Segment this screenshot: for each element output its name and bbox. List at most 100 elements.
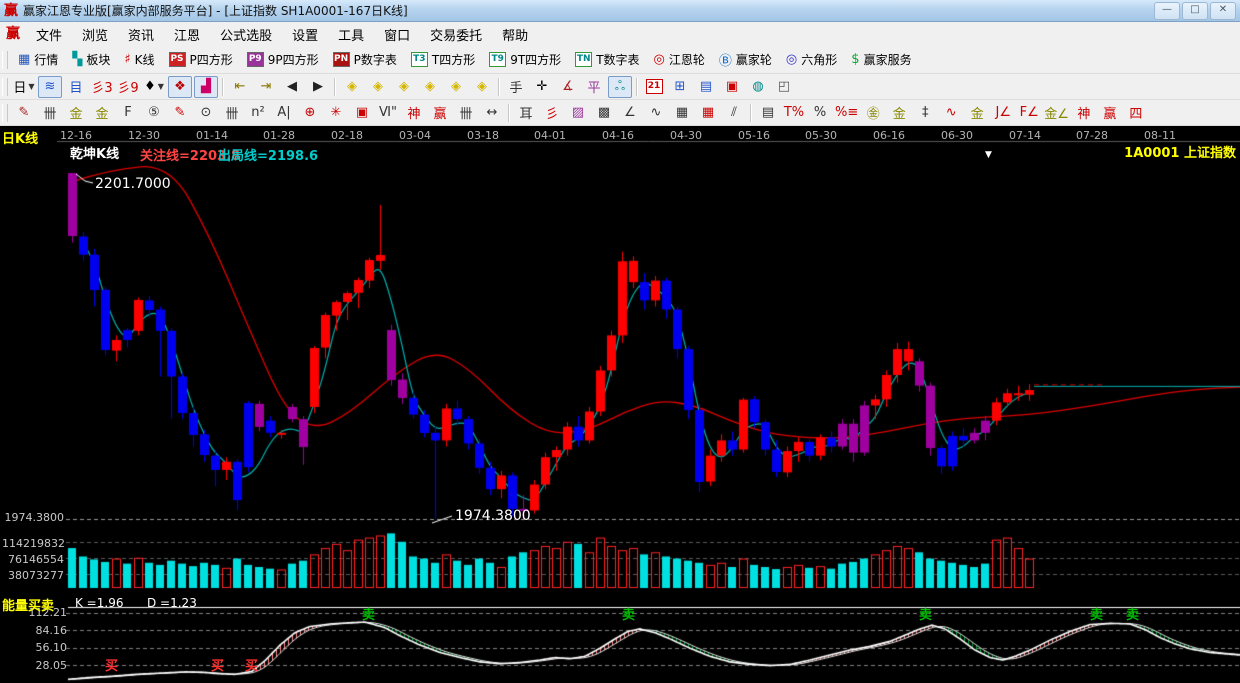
menu-item-9[interactable]: 帮助 — [492, 27, 538, 46]
tool-compress-all[interactable]: ◈ — [470, 76, 494, 98]
tool-crosshair[interactable]: ✛ — [530, 76, 554, 98]
tool-gold-grid-1[interactable]: 金 — [64, 102, 88, 124]
tool-angle-fan[interactable]: ∠ — [618, 102, 642, 124]
tool-gold-box[interactable]: 金 — [965, 102, 989, 124]
tool-angle-line[interactable]: A| — [272, 102, 296, 124]
toolbar-button-p-square[interactable]: PSP四方形 — [162, 48, 240, 71]
tool-info-doc[interactable]: 目 — [64, 76, 88, 98]
menu-item-4[interactable]: 公式选股 — [210, 27, 282, 46]
tool-parallel-lines[interactable]: ⫽ — [722, 102, 746, 124]
tool-f-angle[interactable]: F∠ — [1017, 102, 1041, 124]
menu-item-1[interactable]: 浏览 — [72, 27, 118, 46]
tool-shen-tool[interactable]: 神 — [402, 102, 426, 124]
tool-next-bar[interactable]: ▶ — [306, 76, 330, 98]
toolbar-grip[interactable] — [2, 51, 8, 69]
tool-ying-tool[interactable]: 赢 — [428, 102, 452, 124]
tool-wave-view[interactable]: ≋ — [38, 76, 62, 98]
tool-candle-style[interactable]: ♦▼ — [142, 76, 166, 98]
tool-h-range[interactable]: ↔ — [480, 102, 504, 124]
tool-four-angle[interactable]: 四 — [1124, 102, 1148, 124]
toolbar-button-9p-square[interactable]: P99P四方形 — [240, 48, 326, 71]
tool-wave-tool[interactable]: ∿ — [644, 102, 668, 124]
tool-price-grid[interactable]: 卌 — [220, 102, 244, 124]
tool-matrix-1[interactable]: ▦ — [670, 102, 694, 124]
menu-item-0[interactable]: 文件 — [26, 27, 72, 46]
tool-wave-3[interactable]: 彡3 — [90, 76, 114, 98]
toolbar-button-9t-square[interactable]: T99T四方形 — [482, 48, 568, 71]
tool-net-data[interactable]: ◍ — [746, 76, 770, 98]
tool-stat-table[interactable]: ▤ — [756, 102, 780, 124]
tool-expand-h[interactable]: ◈ — [392, 76, 416, 98]
menu-item-3[interactable]: 江恩 — [164, 27, 210, 46]
toolbar-grip[interactable] — [2, 78, 8, 96]
tool-pan-hand[interactable]: 手 — [504, 76, 528, 98]
tool-k-mark[interactable]: Ⅵ" — [376, 102, 400, 124]
tool-percent-line[interactable]: %≡ — [834, 102, 859, 124]
tool-calculator[interactable]: ⊞ — [668, 76, 692, 98]
tool-volume-histogram[interactable]: ▟ — [194, 76, 218, 98]
toolbar-button-t-square[interactable]: T3T四方形 — [404, 48, 482, 71]
minimize-button[interactable]: — — [1154, 2, 1180, 20]
tool-brush[interactable]: ‡ — [913, 102, 937, 124]
tool-circle-cross[interactable]: ⊕ — [298, 102, 322, 124]
tool-gann-tool[interactable]: 平 — [582, 76, 606, 98]
tool-box-hatch[interactable]: ▨ — [566, 102, 590, 124]
tool-shen-angle[interactable]: 神 — [1072, 102, 1096, 124]
tool-web-square[interactable]: ▣ — [350, 102, 374, 124]
tool-shift-left[interactable]: ◈ — [340, 76, 364, 98]
tool-compress[interactable]: ◈ — [444, 76, 468, 98]
tool-spiral[interactable]: ⑤ — [142, 102, 166, 124]
tool-gold-angle[interactable]: 金∠ — [1043, 102, 1070, 124]
tool-prev-bar[interactable]: ◀ — [280, 76, 304, 98]
toolbar-button-kline[interactable]: ♯K线 — [117, 48, 161, 71]
toolbar-button-quotes[interactable]: ▦行情 — [11, 48, 65, 71]
tool-skip-first[interactable]: ⇤ — [228, 76, 252, 98]
tool-j-angle[interactable]: J∠ — [991, 102, 1015, 124]
menu-item-2[interactable]: 资讯 — [118, 27, 164, 46]
toolbar-button-p-number-table[interactable]: PNP数字表 — [326, 48, 404, 71]
tool-percent[interactable]: % — [808, 102, 832, 124]
tool-matrix-2[interactable]: ▦ — [696, 102, 720, 124]
menu-item-5[interactable]: 设置 — [282, 27, 328, 46]
tool-gold-grid-2[interactable]: 金 — [90, 102, 114, 124]
tool-wave-9[interactable]: 彡9 — [116, 76, 140, 98]
toolbar-button-winner-service[interactable]: $赢家服务 — [844, 48, 918, 71]
tool-computer[interactable]: ◰ — [772, 76, 796, 98]
toolbar-button-t-number-table[interactable]: TNT数字表 — [568, 48, 646, 71]
tool-save[interactable]: ▣ — [720, 76, 744, 98]
toolbar-grip[interactable] — [2, 104, 8, 122]
tool-trend-line[interactable]: ∡ — [556, 76, 580, 98]
menu-item-8[interactable]: 交易委托 — [420, 27, 492, 46]
toolbar-button-hexagon[interactable]: ◎六角形 — [779, 48, 844, 71]
tool-fan-lines[interactable]: 彡 — [540, 102, 564, 124]
tool-skip-last[interactable]: ⇥ — [254, 76, 278, 98]
toolbar-button-gann-wheel[interactable]: ◎江恩轮 — [647, 48, 712, 71]
menu-item-7[interactable]: 窗口 — [374, 27, 420, 46]
tool-n-square[interactable]: n² — [246, 102, 270, 124]
tool-period-day[interactable]: 日▼ — [12, 76, 36, 98]
tool-gold-line[interactable]: 金 — [887, 102, 911, 124]
tool-expand-all[interactable]: ◈ — [418, 76, 442, 98]
tool-pillar[interactable]: 耳 — [514, 102, 538, 124]
tool-draw-pencil[interactable]: ✎ — [12, 102, 36, 124]
tool-grid-123[interactable]: 卌 — [454, 102, 478, 124]
tool-notebook[interactable]: ▤ — [694, 76, 718, 98]
tool-box-fill[interactable]: ▩ — [592, 102, 616, 124]
tool-qiankun-pattern[interactable]: ❖ — [168, 76, 192, 98]
toolbar-button-sectors[interactable]: ▚板块 — [65, 48, 117, 71]
close-button[interactable]: ✕ — [1210, 2, 1236, 20]
tool-calendar-21[interactable]: 21 — [642, 76, 666, 98]
maximize-button[interactable]: □ — [1182, 2, 1208, 20]
tool-t-percent[interactable]: T% — [782, 102, 806, 124]
tool-ying-angle[interactable]: 赢 — [1098, 102, 1122, 124]
tool-smart-analysis[interactable]: ஃ — [608, 76, 632, 98]
tool-f-grid[interactable]: F — [116, 102, 140, 124]
tool-grid-lines[interactable]: 卌 — [38, 102, 62, 124]
tool-channel[interactable]: ∿ — [939, 102, 963, 124]
tool-gann-web[interactable]: ✳ — [324, 102, 348, 124]
toolbar-button-winner-wheel[interactable]: Ⓑ赢家轮 — [712, 47, 779, 72]
tool-gold-circle[interactable]: ㊎ — [861, 102, 885, 124]
tool-shift-right[interactable]: ◈ — [366, 76, 390, 98]
menu-item-6[interactable]: 工具 — [328, 27, 374, 46]
tool-time-circle[interactable]: ⊙ — [194, 102, 218, 124]
